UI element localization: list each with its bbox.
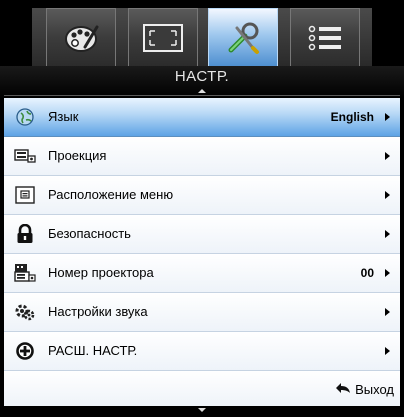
menu-item-value: English [330,110,374,124]
chevron-right-icon [385,113,390,121]
osd-menu: НАСТР. Язык English Проекция Расположени… [0,0,404,417]
frame-right [400,98,404,406]
sound-settings-icon [14,302,36,322]
lock-icon [14,224,36,244]
tab-display[interactable] [128,8,198,66]
menu-item-label: Настройки звука [48,304,148,319]
bottom-bar [0,406,404,417]
menu-item-label: Проекция [48,148,107,163]
menu-item-value: 00 [360,266,374,280]
advanced-plus-icon [14,341,36,361]
tab-options[interactable] [290,8,360,66]
title-divider [4,95,400,96]
return-arrow-icon [335,382,351,397]
title-bar: НАСТР. [0,66,404,98]
screen-frame-icon [142,23,184,53]
projection-icon [14,146,36,166]
tab-setup[interactable] [208,8,278,66]
menu-item-label: Номер проектора [48,265,154,280]
projector-id-icon [14,263,36,283]
chevron-right-icon [385,269,390,277]
chevron-right-icon [385,308,390,316]
menu-item-advanced[interactable]: РАСШ. НАСТР. [4,332,400,371]
palette-icon [61,21,101,55]
exit-button[interactable]: Выход [335,382,394,397]
chevron-right-icon [385,347,390,355]
chevron-right-icon [385,230,390,238]
scroll-up-icon[interactable] [198,89,206,93]
tools-icon [223,20,263,56]
chevron-right-icon [385,152,390,160]
menu-item-label: Расположение меню [48,187,174,202]
tab-bar [0,0,404,66]
list-icon [305,23,345,53]
menu-location-icon [14,185,36,205]
menu-item-label: Язык [48,109,79,124]
menu-list: Язык English Проекция Расположение меню … [4,98,400,407]
menu-item-label: РАСШ. НАСТР. [48,343,138,358]
globe-icon [14,107,36,127]
scroll-down-icon[interactable] [198,408,206,412]
menu-item-projector-id[interactable]: Номер проектора 00 [4,254,400,293]
menu-item-security[interactable]: Безопасность [4,215,400,254]
menu-item-label: Безопасность [48,226,131,241]
tab-image[interactable] [46,8,116,66]
page-title: НАСТР. [174,68,230,85]
menu-item-projection[interactable]: Проекция [4,137,400,176]
menu-item-sound-settings[interactable]: Настройки звука [4,293,400,332]
exit-label: Выход [355,382,394,397]
menu-item-language[interactable]: Язык English [4,98,400,137]
menu-item-menu-location[interactable]: Расположение меню [4,176,400,215]
exit-row: Выход [4,371,400,407]
chevron-right-icon [385,191,390,199]
